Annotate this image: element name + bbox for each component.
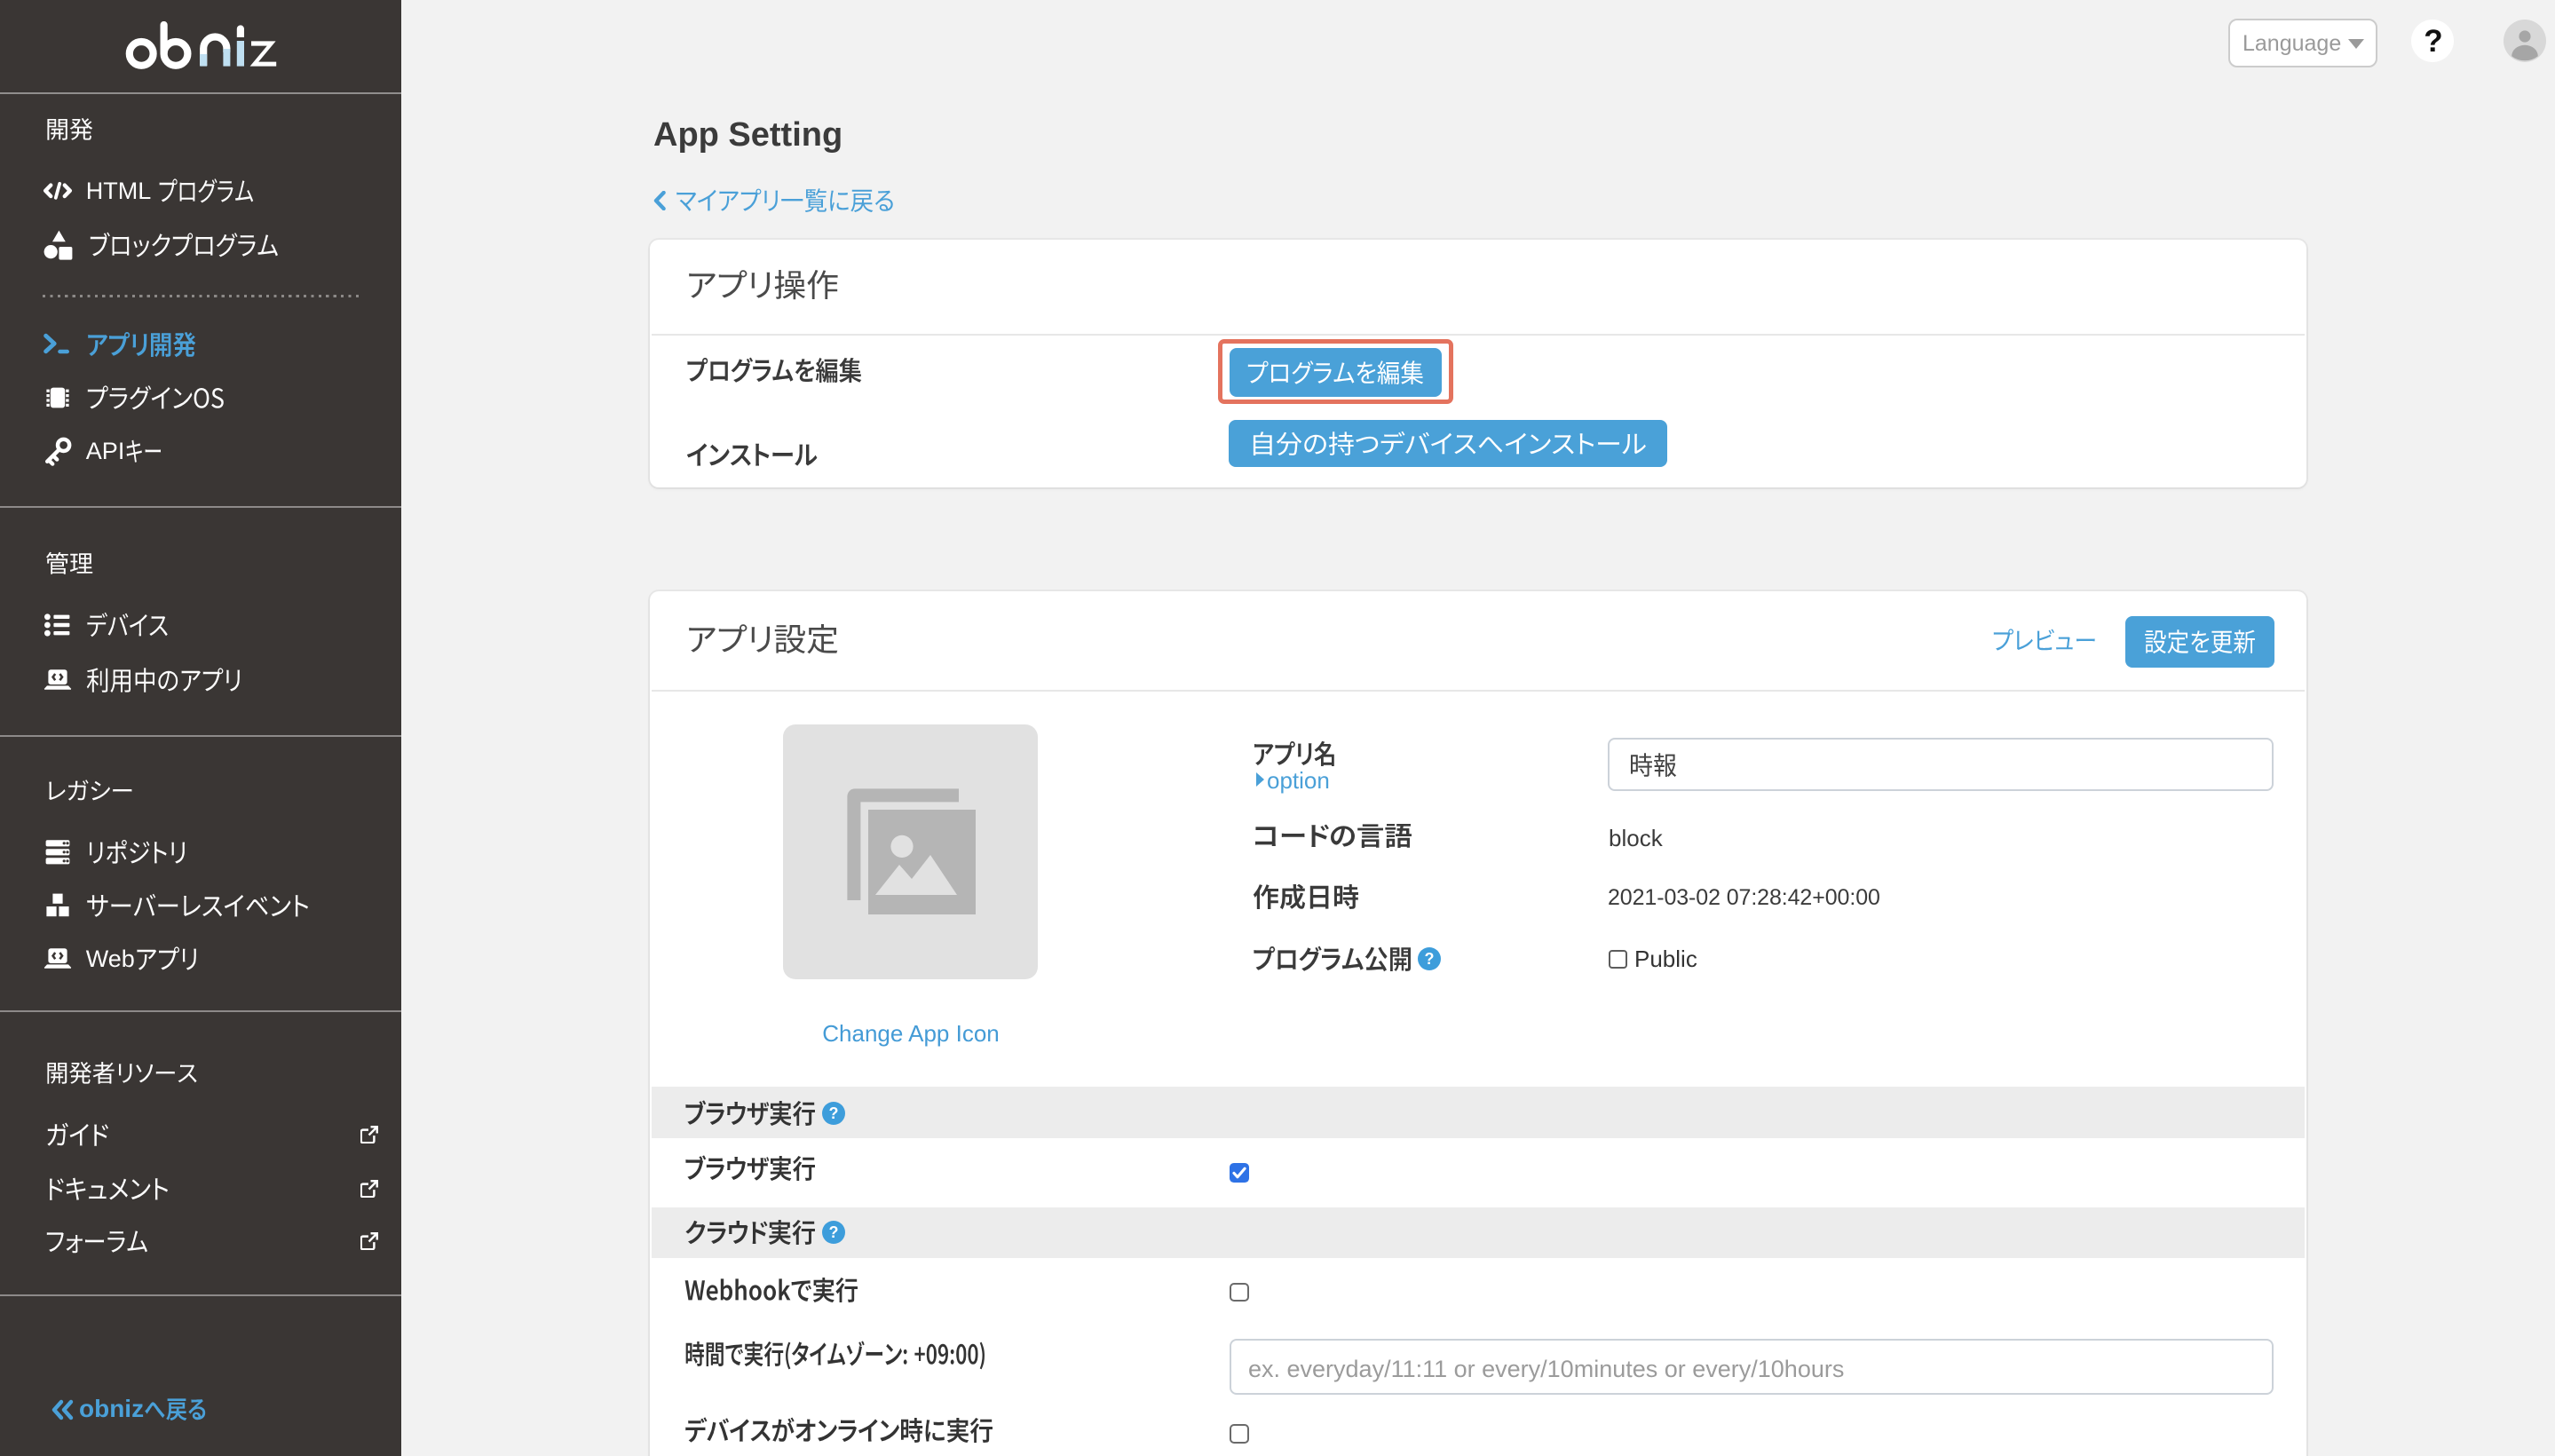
svg-text:?: ? [829, 1224, 839, 1242]
svg-text:?: ? [1425, 950, 1435, 968]
svg-text:?: ? [829, 1105, 839, 1123]
